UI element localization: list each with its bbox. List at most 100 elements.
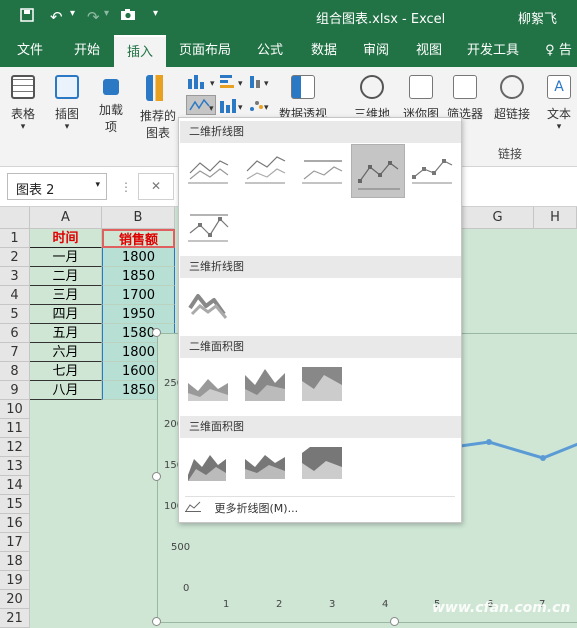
text-button[interactable]: A 文本 ▾ (542, 71, 576, 132)
sales-cell[interactable]: 1950 (102, 305, 175, 324)
tab-formulas[interactable]: 公式 (246, 35, 294, 67)
row-header[interactable]: 8 (0, 362, 30, 381)
100-stacked-area-option[interactable] (299, 364, 345, 404)
3d-100-stacked-area-option[interactable] (299, 444, 345, 484)
undo-icon[interactable]: ↶ (50, 8, 63, 26)
resize-handle[interactable] (390, 617, 399, 626)
section-2d-area: 二维面积图 (180, 336, 461, 358)
row-header[interactable]: 17 (0, 533, 30, 552)
camera-icon[interactable] (120, 8, 136, 25)
row-header[interactable]: 15 (0, 495, 30, 514)
select-all-corner[interactable] (0, 207, 30, 229)
tab-page-layout[interactable]: 页面布局 (172, 35, 238, 67)
tab-review[interactable]: 审阅 (352, 35, 400, 67)
row-header[interactable]: 21 (0, 609, 30, 628)
save-icon[interactable] (20, 8, 34, 26)
row-header[interactable]: 6 (0, 324, 30, 343)
column-header-g[interactable]: G (462, 207, 534, 229)
row-header[interactable]: 9 (0, 381, 30, 400)
stacked-line-markers-option[interactable] (409, 148, 455, 188)
resize-handle[interactable] (152, 328, 161, 337)
redo-dropdown-icon[interactable]: ▾ (104, 8, 109, 19)
statistic-chart-icon[interactable]: ▾ (218, 97, 248, 116)
globe-icon (360, 75, 384, 99)
100-stacked-line-option[interactable] (299, 148, 345, 188)
row-header[interactable]: 18 (0, 552, 30, 571)
svg-text:▾: ▾ (238, 79, 243, 89)
sales-cell[interactable]: 1700 (102, 286, 175, 305)
tab-insert[interactable]: 插入 (114, 35, 166, 67)
sparklines-button[interactable]: 迷你图 (400, 71, 442, 122)
header-cell-time[interactable]: 时间 (30, 229, 102, 248)
3d-map-button[interactable]: 三维地 (352, 71, 392, 122)
month-cell[interactable]: 一月 (30, 248, 102, 267)
3d-area-option[interactable] (185, 444, 231, 484)
title-bar: ↶ ▾ ↷ ▾ ▾ 组合图表.xlsx - Excel 柳絮飞 (0, 0, 577, 35)
month-cell[interactable]: 五月 (30, 324, 102, 343)
row-header[interactable]: 12 (0, 438, 30, 457)
tab-developer[interactable]: 开发工具 (460, 35, 526, 67)
resize-handle[interactable] (152, 617, 161, 626)
row-header[interactable]: 3 (0, 267, 30, 286)
customize-icon[interactable]: ▾ (153, 8, 158, 19)
column-header-h[interactable]: H (534, 207, 577, 229)
row-header[interactable]: 20 (0, 590, 30, 609)
more-line-charts-item[interactable]: 更多折线图(M)... (185, 500, 298, 516)
undo-dropdown-icon[interactable]: ▾ (70, 8, 75, 19)
addins-button[interactable]: 加载 项 (94, 71, 128, 135)
filters-button[interactable]: 筛选器 (444, 71, 486, 122)
tab-view[interactable]: 视图 (405, 35, 453, 67)
100-stacked-line-markers-option[interactable] (185, 206, 231, 246)
tab-home[interactable]: 开始 (63, 35, 111, 67)
month-cell[interactable]: 八月 (30, 381, 102, 400)
month-cell[interactable]: 七月 (30, 362, 102, 381)
y-tick-label: 0 (183, 583, 190, 594)
column-header-b[interactable]: B (102, 207, 175, 229)
row-header[interactable]: 4 (0, 286, 30, 305)
row-header[interactable]: 19 (0, 571, 30, 590)
row-header[interactable]: 1 (0, 229, 30, 248)
sales-cell[interactable]: 1850 (102, 267, 175, 286)
3d-line-option[interactable] (185, 283, 231, 323)
line-chart-option[interactable] (185, 148, 231, 188)
user-name[interactable]: 柳絮飞 (518, 8, 557, 27)
area-chart-option[interactable] (185, 364, 231, 404)
line-with-markers-option[interactable] (351, 144, 405, 198)
tab-data[interactable]: 数据 (300, 35, 348, 67)
chevron-down-icon[interactable]: ▾ (95, 180, 100, 190)
svg-text:▾: ▾ (209, 104, 214, 114)
pie-chart-icon[interactable]: ▾ (248, 73, 274, 92)
column-chart-icon[interactable]: ▾ (186, 73, 222, 92)
stacked-line-option[interactable] (242, 148, 288, 188)
name-box[interactable]: 图表 2 ▾ (7, 173, 107, 200)
column-header-a[interactable]: A (30, 207, 102, 229)
illustrations-button[interactable]: 插图 ▾ (50, 71, 84, 132)
line-chart-icon[interactable]: ▾ (186, 95, 216, 115)
month-cell[interactable]: 二月 (30, 267, 102, 286)
resize-handle[interactable] (152, 472, 161, 481)
cancel-icon[interactable]: ✕ (138, 173, 174, 200)
row-header[interactable]: 14 (0, 476, 30, 495)
month-cell[interactable]: 三月 (30, 286, 102, 305)
tab-file[interactable]: 文件 (6, 35, 54, 67)
row-header[interactable]: 11 (0, 419, 30, 438)
row-header[interactable]: 10 (0, 400, 30, 419)
hyperlink-button[interactable]: 超链接 (490, 71, 534, 122)
table-button[interactable]: 表格 ▾ (6, 71, 40, 132)
3d-stacked-area-option[interactable] (242, 444, 288, 484)
row-header[interactable]: 7 (0, 343, 30, 362)
header-cell-sales[interactable]: 销售额 (102, 229, 175, 248)
bar-chart-icon[interactable]: ▾ (218, 73, 248, 92)
tab-tell-me[interactable]: ♀ 告 (540, 35, 577, 67)
sales-cell[interactable]: 1800 (102, 248, 175, 267)
row-header[interactable]: 16 (0, 514, 30, 533)
month-cell[interactable]: 六月 (30, 343, 102, 362)
stacked-area-option[interactable] (242, 364, 288, 404)
row-header[interactable]: 5 (0, 305, 30, 324)
scatter-chart-icon[interactable]: ▾ (248, 97, 274, 116)
row-header[interactable]: 13 (0, 457, 30, 476)
recommended-charts-button[interactable]: 推荐的 图表 (138, 71, 178, 141)
row-header[interactable]: 2 (0, 248, 30, 267)
month-cell[interactable]: 四月 (30, 305, 102, 324)
redo-icon[interactable]: ↷ (87, 8, 100, 26)
